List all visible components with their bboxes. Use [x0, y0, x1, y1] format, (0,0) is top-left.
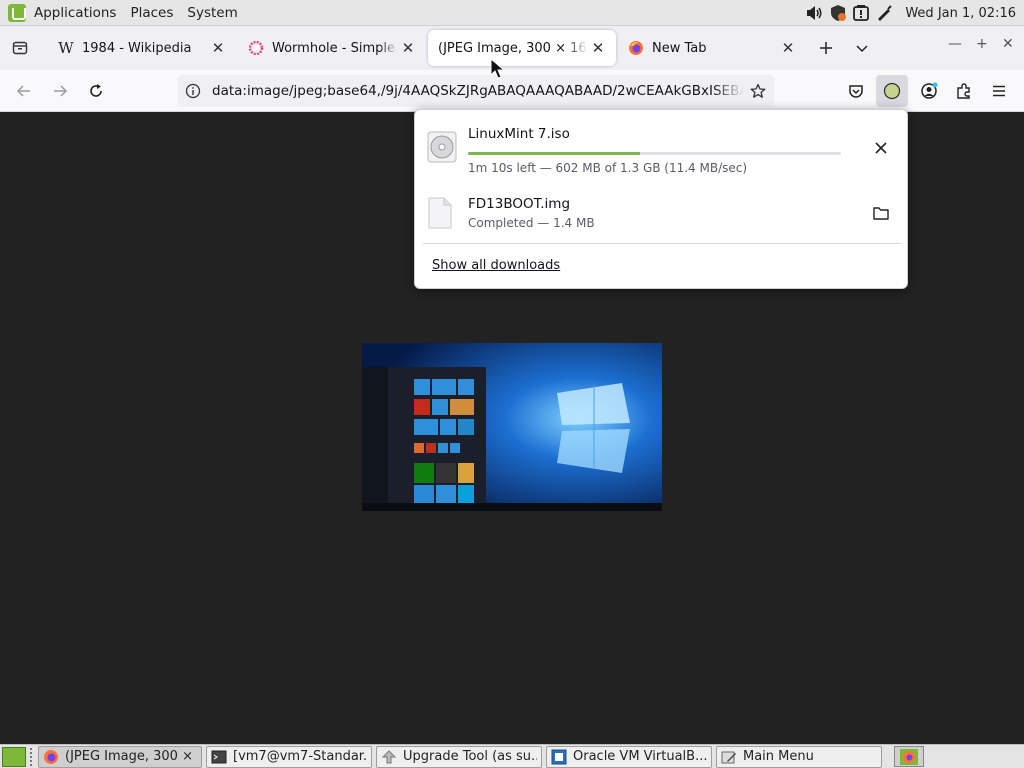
forward-button[interactable]	[43, 74, 77, 108]
forward-arrow-icon	[54, 84, 68, 97]
task-label: Main Menu	[743, 749, 814, 764]
show-in-folder-button[interactable]	[867, 199, 895, 227]
pocket-button[interactable]	[840, 75, 872, 107]
download-progress-fill	[468, 152, 640, 155]
download-filename: FD13BOOT.img	[468, 196, 571, 212]
close-tab-icon[interactable]: ✕	[778, 38, 798, 58]
task-main-menu[interactable]: Main Menu	[716, 745, 882, 768]
reload-button[interactable]	[79, 74, 113, 108]
back-button[interactable]	[7, 74, 41, 108]
firefox-view-icon	[12, 41, 28, 55]
jpeg-image[interactable]	[362, 343, 662, 511]
download-status: Completed — 1.4 MB	[468, 216, 595, 230]
network-pen-icon[interactable]	[874, 3, 894, 23]
tab-wikipedia[interactable]: W 1984 - Wikipedia ✕	[48, 30, 236, 66]
download-progress-bar	[468, 152, 841, 155]
show-desktop-icon[interactable]	[2, 746, 26, 767]
virtualbox-icon	[551, 749, 567, 765]
divider	[423, 243, 901, 244]
top-panel: Applications Places System Wed Jan 1, 02…	[0, 0, 1024, 26]
mouse-cursor-icon	[490, 58, 506, 79]
show-all-downloads-button[interactable]: Show all downloads	[432, 258, 560, 273]
workspace-switcher[interactable]	[894, 746, 924, 767]
shield-update-icon[interactable]	[828, 3, 848, 23]
tab-title: New Tab	[652, 40, 707, 56]
pocket-icon	[849, 85, 863, 98]
tab-new-tab[interactable]: New Tab ✕	[618, 30, 806, 66]
account-button[interactable]	[913, 75, 945, 107]
account-icon	[921, 82, 938, 99]
upgrade-icon	[381, 749, 397, 765]
task-terminal[interactable]: [vm7@vm7-Standar...	[206, 745, 372, 768]
workspace-firefox-icon	[900, 748, 918, 765]
firefox-icon	[628, 40, 644, 56]
app-menu-button[interactable]	[983, 75, 1015, 107]
plus-icon	[820, 42, 832, 54]
close-icon	[875, 142, 887, 154]
back-arrow-icon	[16, 84, 30, 97]
volume-icon[interactable]	[805, 3, 825, 23]
download-item[interactable]: LinuxMint 7.iso 1m 10s left — 602 MB of …	[415, 116, 909, 180]
task-label: (JPEG Image, 300 × ...	[65, 749, 197, 764]
tab-title: 1984 - Wikipedia	[82, 40, 192, 56]
puzzle-icon	[957, 83, 970, 99]
firefox-view-button[interactable]	[2, 30, 38, 66]
task-label: [vm7@vm7-Standar...	[233, 749, 367, 764]
places-menu[interactable]: Places	[130, 5, 173, 21]
update-manager-icon[interactable]	[851, 3, 871, 23]
tab-strip: W 1984 - Wikipedia ✕ Wormhole - Simple, …	[0, 26, 1024, 70]
file-icon	[428, 197, 452, 229]
firefox-icon	[43, 749, 59, 765]
mint-menu-icon[interactable]	[8, 3, 26, 22]
system-menu[interactable]: System	[187, 5, 237, 21]
window-close-icon[interactable]: ✕	[1002, 36, 1014, 52]
close-tab-icon[interactable]: ✕	[398, 38, 418, 58]
chevron-down-icon	[856, 45, 868, 53]
windows-desktop-picture	[362, 343, 662, 511]
site-info-icon[interactable]	[182, 80, 204, 102]
clock[interactable]: Wed Jan 1, 02:16	[905, 6, 1016, 21]
task-firefox[interactable]: (JPEG Image, 300 × ...	[38, 745, 202, 768]
terminal-icon	[211, 749, 227, 765]
minimize-icon[interactable]: —	[948, 36, 962, 52]
downloads-button[interactable]	[876, 75, 908, 107]
bookmark-star-icon[interactable]	[744, 77, 772, 105]
tab-title: (JPEG Image, 300 × 168 pixels)	[438, 40, 588, 56]
applications-menu[interactable]: Applications	[34, 5, 116, 21]
close-tab-icon[interactable]: ✕	[588, 38, 608, 58]
wikipedia-icon: W	[58, 39, 74, 57]
task-virtualbox[interactable]: Oracle VM VirtualB...	[546, 745, 712, 768]
navigation-toolbar: data:image/jpeg;base64,/9j/4AAQSkZJRgABA…	[0, 70, 1024, 112]
downloads-progress-icon	[883, 82, 901, 100]
reload-icon	[90, 83, 102, 97]
taskbar: (JPEG Image, 300 × ... [vm7@vm7-Standar.…	[0, 744, 1024, 768]
download-status: 1m 10s left — 602 MB of 1.3 GB (11.4 MB/…	[468, 161, 748, 175]
tab-wormhole[interactable]: Wormhole - Simple, private file sharing …	[238, 30, 426, 66]
url-text[interactable]: data:image/jpeg;base64,/9j/4AAQSkZJRgABA…	[212, 83, 744, 99]
new-tab-button[interactable]	[808, 30, 844, 66]
task-label: Upgrade Tool (as su...	[403, 749, 537, 764]
download-filename: LinuxMint 7.iso	[468, 126, 570, 142]
folder-icon	[873, 207, 889, 220]
tab-title: Wormhole - Simple, private file sharing	[272, 40, 398, 56]
system-tray: Wed Jan 1, 02:16	[805, 0, 1024, 26]
cancel-download-button[interactable]	[867, 134, 895, 162]
close-tab-icon[interactable]: ✕	[208, 38, 228, 58]
maximize-icon[interactable]: +	[976, 36, 988, 52]
disc-icon	[427, 131, 457, 163]
download-item[interactable]: FD13BOOT.img Completed — 1.4 MB	[415, 180, 909, 244]
tab-jpeg-image[interactable]: (JPEG Image, 300 × 168 pixels) ✕	[428, 30, 616, 66]
url-bar[interactable]: data:image/jpeg;base64,/9j/4AAQSkZJRgABA…	[178, 75, 774, 107]
task-label: Oracle VM VirtualB...	[573, 749, 707, 764]
hamburger-menu-icon	[993, 85, 1005, 97]
taskbar-handle[interactable]	[30, 747, 34, 766]
task-upgrade-tool[interactable]: Upgrade Tool (as su...	[376, 745, 542, 768]
downloads-panel: LinuxMint 7.iso 1m 10s left — 602 MB of …	[414, 109, 908, 289]
menu-editor-icon	[721, 749, 737, 765]
wormhole-icon	[248, 40, 264, 56]
list-all-tabs-button[interactable]	[844, 30, 880, 66]
extensions-button[interactable]	[948, 75, 980, 107]
